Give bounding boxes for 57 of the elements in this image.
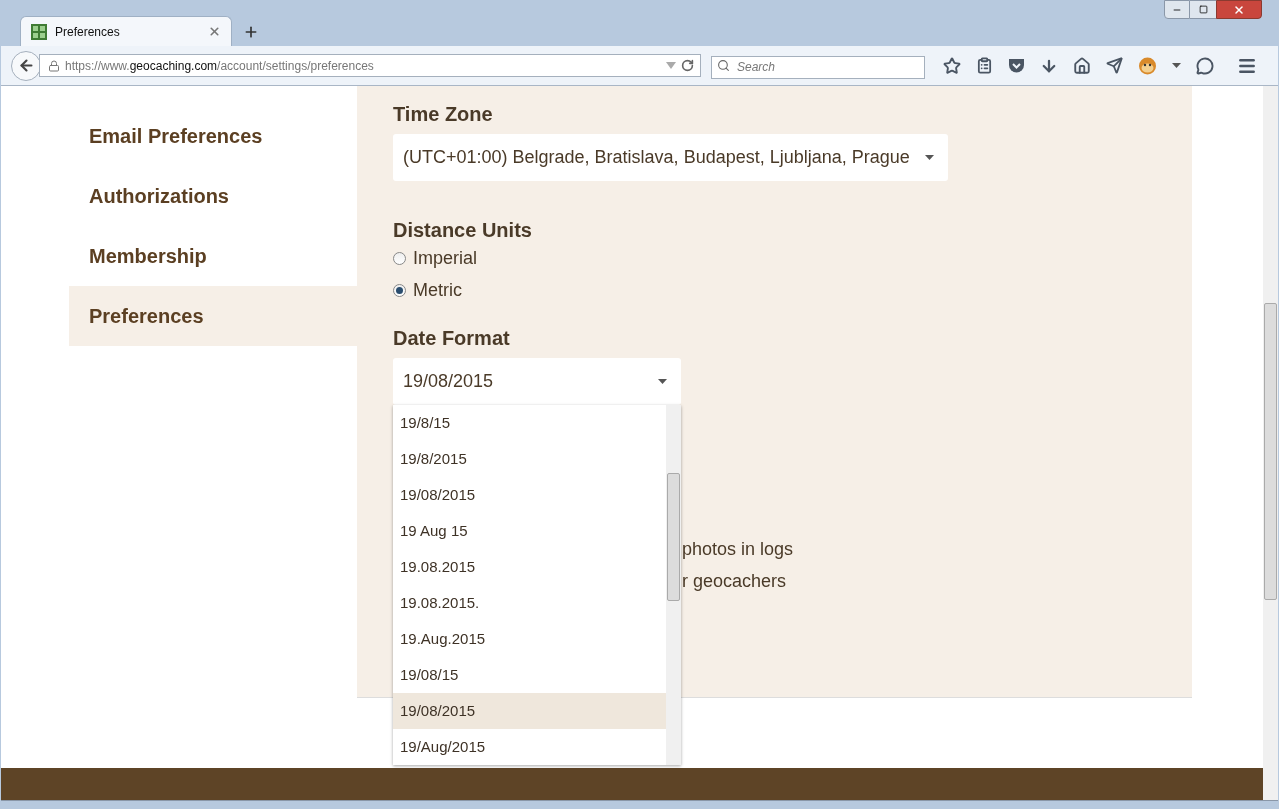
dropdown-option[interactable]: 19/08/2015 [393,477,666,513]
scrollbar-thumb[interactable] [667,473,680,601]
radio-button[interactable] [393,283,406,297]
pocket-icon[interactable] [1008,57,1025,74]
page-scrollbar[interactable] [1263,86,1278,800]
dropdown-option[interactable]: 19.08.2015 [393,549,666,585]
maximize-button[interactable] [1190,0,1216,19]
home-icon[interactable] [1073,56,1091,75]
browser-tab[interactable]: Preferences [20,16,232,46]
close-window-button[interactable] [1216,0,1262,19]
dropdown-option[interactable]: 19.08.2015. [393,585,666,621]
caret-icon [925,155,934,160]
dropdown-option[interactable]: 19/Aug/2015 [393,729,666,765]
option-label: r geocachers [682,569,787,593]
reload-icon[interactable] [681,59,694,72]
option-label: photos in logs [682,537,794,561]
url-text: https://www.geocaching.com/account/settings/preferences [65,57,375,75]
radio-label: Imperial [413,246,478,270]
new-tab-icon[interactable] [243,24,259,40]
section-heading: Date Format [393,326,511,350]
close-tab-icon[interactable] [208,25,221,38]
sidebar-item[interactable]: Email Preferences [69,106,357,166]
section-heading: Distance Units [393,218,533,242]
sidebar-item[interactable]: Preferences [69,286,357,346]
back-arrow-icon [17,57,35,74]
minimize-button[interactable] [1164,0,1190,19]
dropdown-scrollbar[interactable] [666,405,681,765]
maximize-icon [1198,5,1208,14]
caret-icon [658,379,667,384]
close-icon [1233,3,1245,16]
reading-list-icon[interactable] [976,57,993,74]
paper-plane-icon[interactable] [1106,57,1123,74]
dropdown-option[interactable]: 19/8/15 [393,405,666,441]
dropdown-option[interactable]: 19/08/2015 [393,693,666,729]
date-format-select[interactable]: 19/08/2015 [393,358,681,405]
radio-label: Metric [413,278,462,302]
dropdown-option[interactable]: 19.Aug.2015 [393,621,666,657]
search-field[interactable]: Search [711,55,925,79]
bookmark-star-icon[interactable] [943,56,961,75]
dropdown-option[interactable]: 19/8/2015 [393,441,666,477]
address-field[interactable]: https://www.geocaching.com/account/settings/preferences [39,54,701,77]
sidebar-item[interactable]: Membership [69,226,357,286]
monkey-face-icon[interactable] [1138,56,1157,75]
dropdown-option[interactable]: 19/08/15 [393,657,666,693]
search-icon [717,59,730,72]
lock-icon [48,59,60,72]
sidebar-item[interactable]: Authorizations [69,166,357,226]
menu-caret-icon [1172,63,1181,68]
page-scrollbar-thumb[interactable] [1264,303,1277,600]
dropdown-option[interactable]: 19 Aug 15 [393,513,666,549]
tab-title: Preferences [55,23,121,41]
section-heading: Time Zone [393,102,494,126]
back-button[interactable] [11,50,41,81]
chat-icon[interactable] [1196,56,1214,75]
radio-button[interactable] [393,251,406,265]
tab-favicon-icon [31,23,47,40]
time-zone-select[interactable]: (UTC+01:00) Belgrade, Bratislava, Budapest, Ljubljana, Prague [393,134,948,181]
